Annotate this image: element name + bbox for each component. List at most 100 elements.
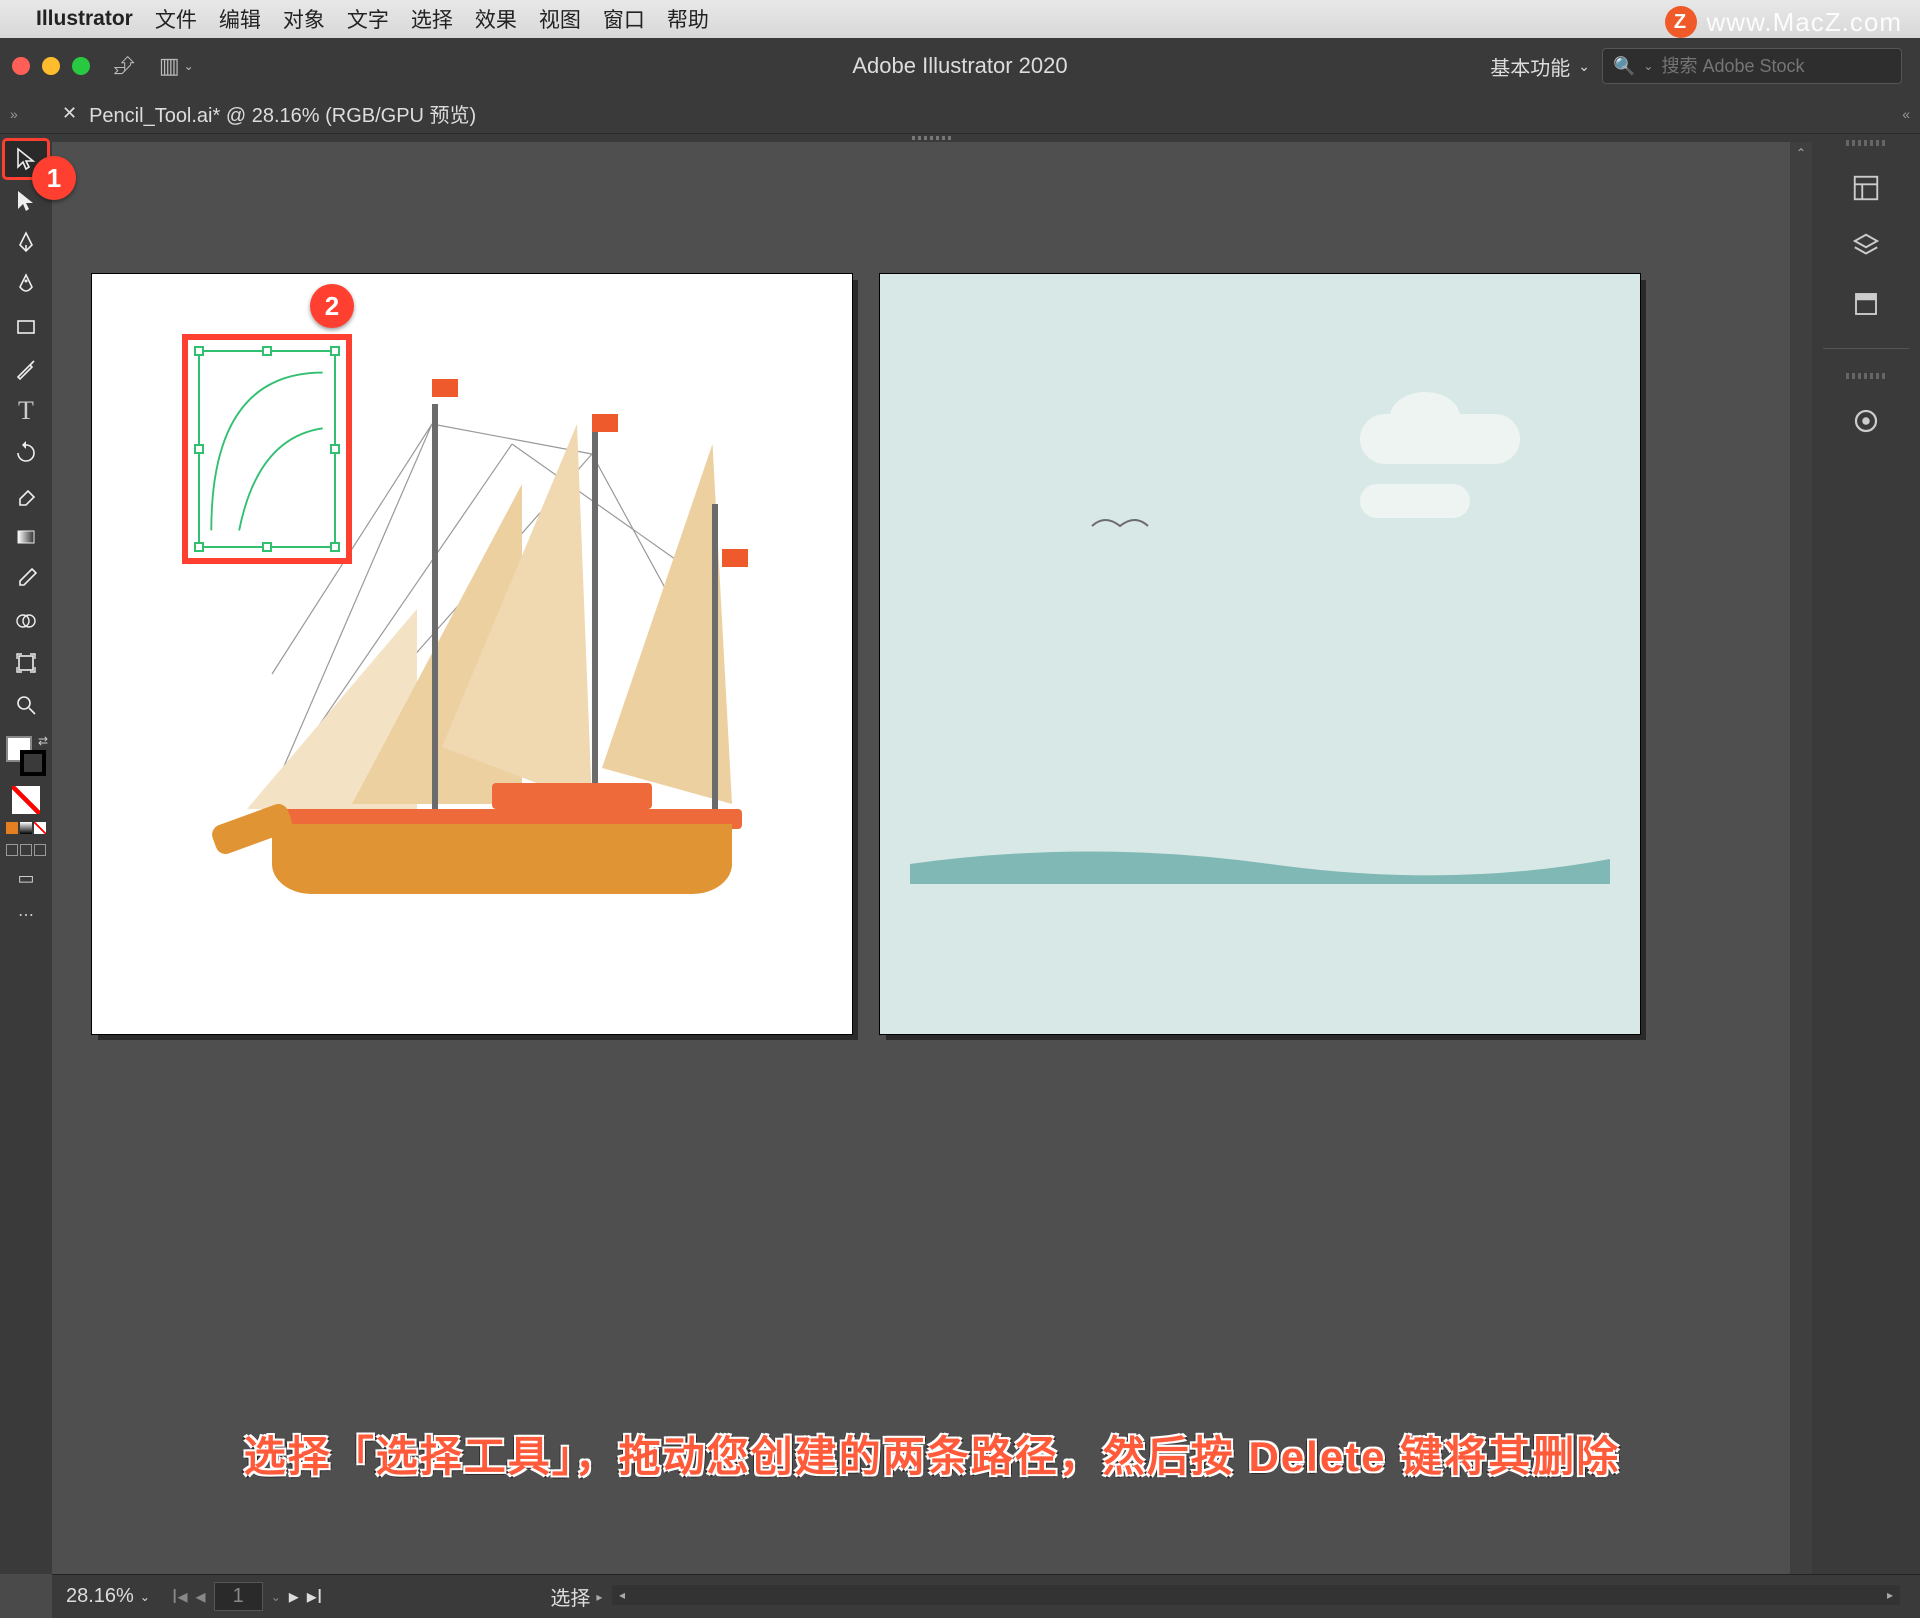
menu-edit[interactable]: 编辑 [219, 4, 261, 34]
ship-mast [712, 504, 718, 834]
menu-file[interactable]: 文件 [155, 4, 197, 34]
none-swatch[interactable] [4, 784, 48, 814]
ship-mast [592, 424, 598, 834]
libraries-icon[interactable] [1846, 284, 1886, 324]
zoom-window-button[interactable] [72, 57, 90, 75]
next-artboard-icon[interactable]: ▸ [289, 1584, 299, 1609]
paintbrush-tool[interactable] [4, 350, 48, 388]
right-panel [1812, 134, 1920, 1574]
scroll-right-icon[interactable]: ▸ [1880, 1585, 1900, 1605]
eraser-tool[interactable] [4, 476, 48, 514]
fill-stroke-swatch[interactable]: ⇄ [4, 734, 48, 778]
document-tab-label: Pencil_Tool.ai* @ 28.16% (RGB/GPU 预览) [89, 99, 476, 128]
selection-marquee[interactable] [182, 334, 352, 564]
minimize-window-button[interactable] [42, 57, 60, 75]
instruction-text: 选择「选择工具」，拖动您创建的两条路径，然后按 Delete 键将其删除 [52, 1423, 1812, 1484]
document-tab[interactable]: ✕ Pencil_Tool.ai* @ 28.16% (RGB/GPU 预览) [62, 99, 476, 128]
draw-normal[interactable] [6, 844, 18, 856]
panel-grip-top[interactable] [52, 134, 1812, 142]
selection-handle[interactable] [330, 346, 340, 356]
selection-handle[interactable] [262, 542, 272, 552]
vertical-scrollbar[interactable]: ⌃ [1790, 142, 1812, 1574]
selection-handle[interactable] [262, 346, 272, 356]
shapebuilder-tool[interactable] [4, 602, 48, 640]
artboard-tool[interactable] [4, 644, 48, 682]
draw-inside[interactable] [34, 844, 46, 856]
screen-mode-icon[interactable]: ▭ [17, 868, 34, 889]
menu-effect[interactable]: 效果 [475, 4, 517, 34]
workspace-switcher[interactable]: 基本功能 ⌄ [1490, 52, 1590, 81]
canvas[interactable]: ⌃ 2 [52, 134, 1812, 1574]
callout-badge-2: 2 [310, 284, 354, 328]
curvature-tool[interactable] [4, 266, 48, 304]
gradient-tool[interactable] [4, 518, 48, 556]
menu-window[interactable]: 窗口 [603, 4, 645, 34]
status-chevron-icon[interactable]: ▸ [596, 1590, 602, 1604]
pen-tool[interactable] [4, 224, 48, 262]
arrange-documents-icon[interactable]: ▥ ⌄ [159, 53, 194, 79]
scroll-left-icon[interactable]: ◂ [612, 1585, 632, 1605]
artboard-number[interactable]: 1 [214, 1582, 263, 1611]
search-icon: 🔍 [1613, 56, 1635, 77]
edit-toolbar-icon[interactable]: ⋯ [18, 905, 34, 925]
menu-object[interactable]: 对象 [283, 4, 325, 34]
color-mode-none[interactable] [34, 822, 46, 834]
search-input[interactable] [1661, 56, 1891, 77]
expand-panels-right-icon[interactable]: « [1902, 106, 1910, 122]
stroke-swatch[interactable] [20, 750, 46, 776]
artboard-1[interactable] [92, 274, 852, 1034]
artboard-number-chevron[interactable]: ⌄ [271, 1590, 281, 1604]
selection-handle[interactable] [194, 444, 204, 454]
menu-help[interactable]: 帮助 [667, 4, 709, 34]
close-tab-icon[interactable]: ✕ [62, 103, 77, 124]
home-icon[interactable]: ⮵ [114, 50, 135, 82]
status-tool-label: 选择 [550, 1582, 590, 1611]
app-titlebar: ⮵ ▥ ⌄ Adobe Illustrator 2020 基本功能 ⌄ 🔍 ⌄ [0, 38, 1920, 94]
app-menu[interactable]: Illustrator [36, 7, 133, 31]
color-mode-gradient[interactable] [20, 822, 32, 834]
menu-view[interactable]: 视图 [539, 4, 581, 34]
expand-panels-left-icon[interactable]: » [10, 106, 18, 122]
selection-handle[interactable] [330, 444, 340, 454]
bird-shape [1090, 514, 1150, 534]
eyedropper-tool[interactable] [4, 560, 48, 598]
horizontal-scrollbar[interactable]: ◂ ▸ [612, 1585, 1900, 1605]
last-artboard-icon[interactable]: ▸I [307, 1584, 323, 1609]
app-title: Adobe Illustrator 2020 [852, 53, 1067, 79]
zoom-value: 28.16% [66, 1585, 134, 1608]
prev-artboard-icon[interactable]: ◂ [196, 1584, 206, 1609]
ship-cabin [492, 783, 652, 809]
menu-select[interactable]: 选择 [411, 4, 453, 34]
panel-grip[interactable] [1846, 140, 1886, 146]
draw-mode-row [6, 844, 46, 856]
ship-flag [722, 549, 748, 567]
selection-handle[interactable] [194, 542, 204, 552]
main-area: T ⇄ [0, 134, 1920, 1574]
layers-icon[interactable] [1846, 226, 1886, 266]
zoom-level[interactable]: 28.16% ⌄ [52, 1585, 164, 1608]
panel-grip[interactable] [1846, 373, 1886, 379]
properties-icon[interactable] [1846, 168, 1886, 208]
scroll-up-icon[interactable]: ⌃ [1790, 142, 1812, 164]
ship-flag [432, 379, 458, 397]
stock-search[interactable]: 🔍 ⌄ [1602, 48, 1902, 84]
color-mode-color[interactable] [6, 822, 18, 834]
close-window-button[interactable] [12, 57, 30, 75]
rotate-tool[interactable] [4, 434, 48, 472]
draw-behind[interactable] [20, 844, 32, 856]
window-controls [12, 57, 90, 75]
watermark-text: www.MacZ.com [1707, 7, 1902, 38]
color-mode-row [6, 822, 46, 834]
cloud-shape [1360, 414, 1520, 464]
appearance-icon[interactable] [1846, 401, 1886, 441]
selection-handle[interactable] [330, 542, 340, 552]
artboard-2[interactable] [880, 274, 1640, 1034]
swap-fill-stroke-icon[interactable]: ⇄ [38, 734, 48, 748]
first-artboard-icon[interactable]: I◂ [172, 1584, 188, 1609]
menu-type[interactable]: 文字 [347, 4, 389, 34]
zoom-tool[interactable] [4, 686, 48, 724]
selection-handle[interactable] [194, 346, 204, 356]
type-tool[interactable]: T [4, 392, 48, 430]
rectangle-tool[interactable] [4, 308, 48, 346]
chevron-down-icon: ⌄ [1643, 59, 1653, 73]
